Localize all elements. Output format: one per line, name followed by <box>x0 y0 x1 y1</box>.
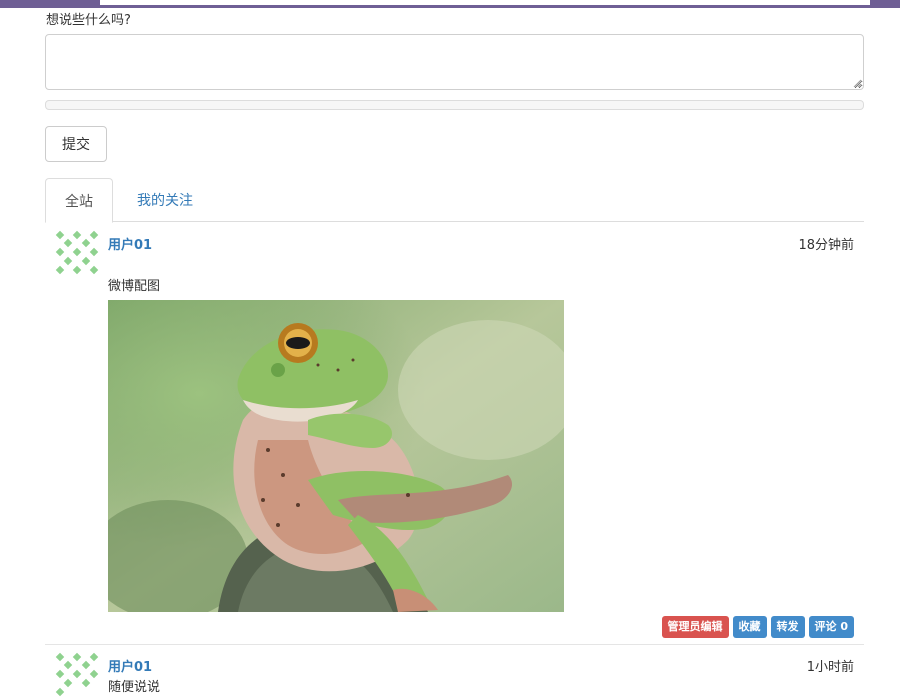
feed-tabs: 全站 我的关注 <box>45 178 864 223</box>
user-avatar-identicon-icon[interactable] <box>53 230 101 276</box>
post-divider <box>45 644 864 645</box>
post-timestamp: 1小时前 <box>806 660 854 675</box>
post-actions: 管理员编辑 收藏 转发 评论 0 <box>661 616 854 638</box>
comment-button[interactable]: 评论 0 <box>808 616 854 638</box>
post-text: 微博配图 <box>108 279 161 294</box>
upload-progress-bar <box>45 100 864 110</box>
compose-label: 想说些什么吗? <box>46 13 131 28</box>
top-nav-bar <box>0 0 900 8</box>
favorite-button[interactable]: 收藏 <box>732 616 767 638</box>
admin-edit-button[interactable]: 管理员编辑 <box>661 616 729 638</box>
compose-textarea[interactable] <box>45 34 864 90</box>
top-nav-active-strip <box>100 0 870 5</box>
user-avatar-identicon-icon[interactable] <box>53 652 101 698</box>
post-username[interactable]: 用户01 <box>108 656 152 675</box>
post-username[interactable]: 用户01 <box>108 234 152 253</box>
post-item: 用户01 1小时前 随便说说 <box>45 650 864 700</box>
post-timestamp: 18分钟前 <box>798 238 854 253</box>
post-item: 用户01 18分钟前 微博配图 管理员编辑 收藏 转发 评论 0 <box>45 228 864 638</box>
tab-my-following[interactable]: 我的关注 <box>125 178 205 222</box>
post-text: 随便说说 <box>108 680 161 695</box>
resize-grip-icon[interactable] <box>853 79 862 88</box>
submit-button[interactable]: 提交 <box>45 126 107 162</box>
repost-button[interactable]: 转发 <box>770 616 805 638</box>
post-image-frog[interactable] <box>108 300 564 612</box>
tab-all-site[interactable]: 全站 <box>45 178 113 223</box>
